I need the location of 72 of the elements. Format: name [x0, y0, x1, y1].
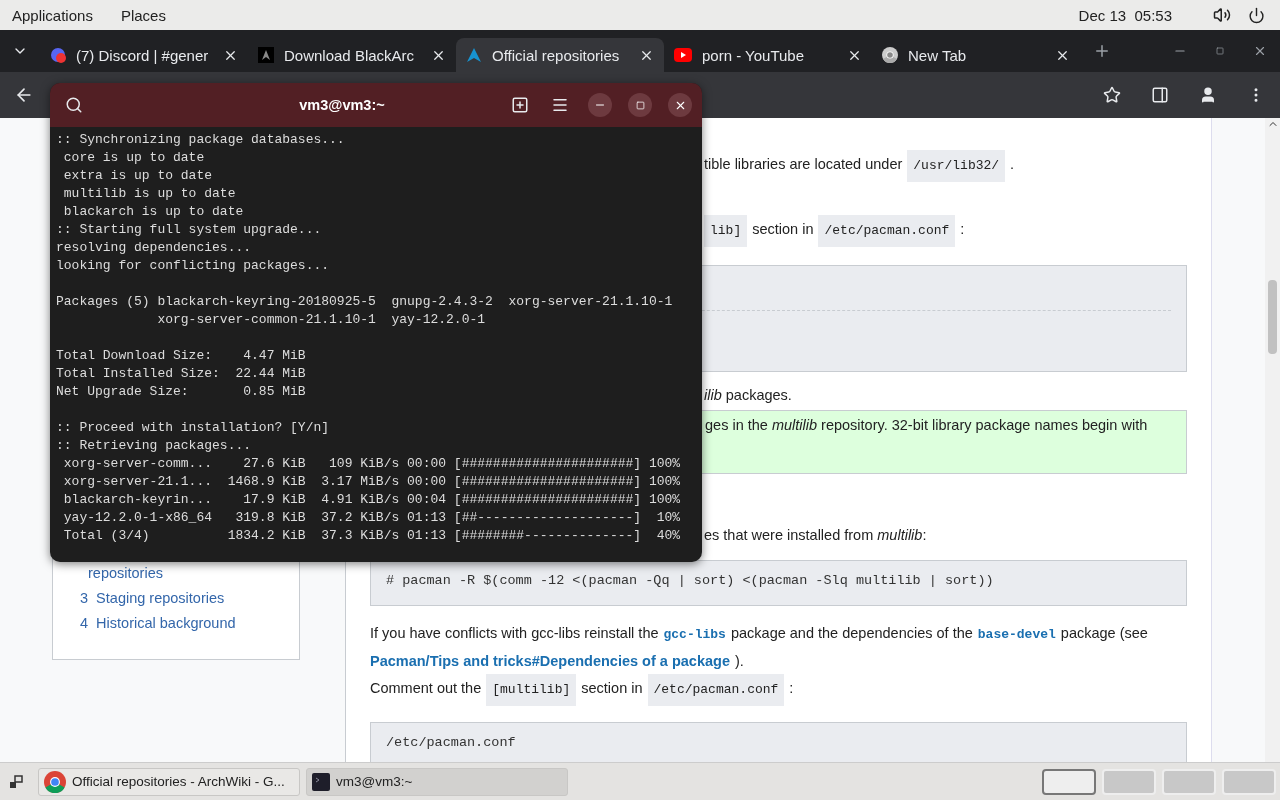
package-link[interactable]: gcc-libs [663, 622, 726, 648]
package-link[interactable]: base-devel [977, 622, 1056, 648]
taskbar-window-button[interactable]: vm3@vm3:~ [306, 767, 568, 796]
terminal-line: :: Proceed with installation? [Y/n] [56, 419, 331, 437]
terminal-line: blackarch is up to date [62, 203, 245, 221]
terminal-line: resolving dependencies... [56, 239, 253, 257]
paragraph-text: tible libraries are located under [704, 155, 903, 174]
terminal-line: :: Starting full system upgrade... [56, 221, 323, 239]
taskbar-window-button[interactable]: Official repositories - ArchWiki - G... [38, 767, 300, 796]
inline-code: /etc/pacman.conf [818, 215, 956, 247]
terminal-line: core is up to date [62, 149, 206, 167]
toc-link[interactable]: 3 Staging repositories [80, 590, 225, 606]
scrollbar[interactable] [1265, 118, 1280, 762]
terminal-line: :: Retrieving packages... [56, 437, 253, 455]
terminal-line: looking for conflicting packages... [56, 257, 331, 275]
youtube-icon [674, 48, 692, 62]
close-button[interactable] [668, 93, 692, 117]
inline-code: /etc/pacman.conf [647, 674, 785, 706]
terminal-line: :: Synchronizing package databases... [56, 131, 346, 149]
code-block: # pacman -R $(comm -12 <(pacman -Qq | sort) <(pacman -Slq multilib | sort)) [370, 560, 1187, 606]
terminal-line: xorg-server-comm... 27.6 KiB 109 KiB/s 00:00 [######################] 100% [62, 455, 682, 473]
browser-tab[interactable]: Download BlackArc [248, 38, 456, 72]
paragraph-text: package and the dependencies of the [730, 624, 973, 643]
browser-tab[interactable]: porn - YouTube [664, 38, 872, 72]
terminal-line: Packages (5) blackarch-keyring-20180925-5 gnupg-2.4.3-2 xorg-server-21.1.10-1 [56, 293, 674, 311]
terminal-icon [312, 772, 330, 791]
terminal-line: multilib is up to date [62, 185, 237, 203]
maximize-button[interactable] [628, 93, 652, 117]
minimize-button[interactable] [588, 93, 612, 117]
code-file-header: /etc/pacman.conf [370, 722, 1187, 762]
toc-link[interactable]: repositories [88, 565, 163, 581]
paragraph-text: Comment out the [370, 679, 482, 698]
paragraph-text: . [1010, 155, 1015, 174]
maximize-icon [635, 100, 645, 110]
browser-tab[interactable]: New Tab [872, 38, 1080, 72]
clock[interactable]: Dec 13 05:53 [1078, 6, 1172, 24]
paragraph-text: section in [752, 220, 814, 239]
terminal-line: Net Upgrade Size: 0.85 MiB [56, 383, 307, 401]
terminal-line: Total (3/4) 1834.2 KiB 37.3 KiB/s 01:13 [########--------------] 40% [62, 527, 682, 545]
chrome-icon [44, 770, 66, 793]
terminal-line: xorg-server-21.1... 1468.9 KiB 3.17 MiB/s 00:00 [######################] 100% [62, 473, 682, 491]
wiki-link[interactable]: Pacman/Tips and tricks#Dependencies of a package [370, 648, 730, 674]
top-menu[interactable]: Places [120, 6, 166, 24]
terminal-line: Total Installed Size: 22.44 MiB [56, 365, 307, 383]
workspace-switcher[interactable] [1042, 768, 1096, 795]
inline-code: [multilib] [486, 674, 577, 706]
terminal-line: xorg-server-common-21.1.10-1 yay-12.2.0-1 [156, 311, 487, 329]
inline-code: lib] [704, 215, 748, 247]
arch-logo-icon [466, 47, 482, 63]
paragraph-text: : [789, 679, 794, 698]
terminal-line: yay-12.2.0-1-x86_64 319.8 KiB 37.2 KiB/s 01:13 [##--------------------] 10% [62, 509, 682, 527]
scrollbar-thumb[interactable] [1268, 280, 1277, 354]
paragraph-text: ilib packages. [704, 386, 792, 405]
chrome-icon [882, 47, 898, 63]
terminal-line: extra is up to date [62, 167, 214, 185]
paragraph-text: es that were installed from multilib: [704, 526, 927, 545]
paragraph-text: If you have conflicts with gcc-libs reinstall the [370, 624, 659, 643]
paragraph-text: package (see [1060, 624, 1148, 643]
paragraph-text: : [960, 220, 965, 239]
top-menu[interactable]: Applications [12, 6, 93, 24]
terminal-line: Total Download Size: 4.47 MiB [56, 347, 307, 365]
blackarch-icon [258, 47, 274, 63]
terminal-title: vm3@vm3:~ [298, 97, 386, 113]
paragraph-text: section in [581, 679, 643, 698]
browser-tab[interactable]: Official repositories [456, 38, 664, 72]
terminal-line: blackarch-keyrin... 17.9 KiB 4.91 KiB/s 00:04 [######################] 100% [62, 491, 682, 509]
discord-icon [50, 47, 66, 63]
tip-text: ges in the multilib repository. 32-bit library package names begin with [705, 417, 1148, 433]
inline-code: /usr/lib32/ [907, 150, 1006, 182]
browser-tab[interactable]: (7) Discord | #gener [40, 38, 248, 72]
paragraph-text: ). [734, 652, 744, 671]
toc-link[interactable]: 4 Historical background [80, 615, 236, 631]
